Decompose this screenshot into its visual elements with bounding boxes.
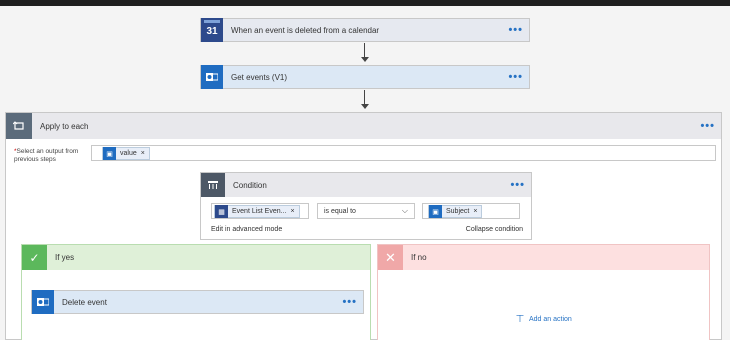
get-events-title: Get events (V1) xyxy=(231,72,288,82)
close-icon: ✕ xyxy=(378,245,403,270)
if-no-title: If no xyxy=(411,253,427,262)
outlook-icon: ▣ xyxy=(103,147,116,160)
condition-left-operand[interactable]: ▦ Event List Even... × xyxy=(211,203,309,219)
condition-menu-button[interactable]: ••• xyxy=(510,179,525,191)
select-output-input[interactable]: ▣ value × xyxy=(91,145,716,161)
collapse-condition-link[interactable]: Collapse condition xyxy=(466,226,523,233)
top-bar xyxy=(0,0,730,6)
condition-header[interactable]: Condition ••• xyxy=(201,173,531,197)
if-yes-header[interactable]: ✓ If yes xyxy=(22,245,370,270)
apply-to-each-header[interactable]: Apply to each ••• xyxy=(6,113,721,139)
delete-event-menu-button[interactable]: ••• xyxy=(342,296,357,308)
chevron-down-icon: ⌵ xyxy=(401,206,408,215)
loop-icon xyxy=(6,113,32,139)
condition-icon xyxy=(201,173,225,197)
if-no-branch: ✕ If no ⊤ Add an action xyxy=(377,244,710,340)
outlook-icon xyxy=(32,290,54,314)
add-action-button[interactable]: ⊤ Add an action xyxy=(515,314,572,325)
edit-advanced-mode-link[interactable]: Edit in advanced mode xyxy=(211,226,282,233)
if-no-header[interactable]: ✕ If no xyxy=(378,245,709,270)
trigger-menu-button[interactable]: ••• xyxy=(508,24,523,36)
scrollbar[interactable] xyxy=(724,8,728,338)
remove-token-button[interactable]: × xyxy=(473,208,477,215)
if-yes-title: If yes xyxy=(55,253,75,262)
get-events-menu-button[interactable]: ••• xyxy=(508,71,523,83)
outlook-icon xyxy=(201,65,223,89)
value-token[interactable]: ▣ value × xyxy=(102,147,150,160)
condition-operator-select[interactable]: is equal to ⌵ xyxy=(317,203,415,219)
remove-token-button[interactable]: × xyxy=(290,208,294,215)
connector-arrowhead xyxy=(361,57,369,62)
outlook-icon: ▣ xyxy=(429,205,442,218)
delete-event-card[interactable]: Delete event ••• xyxy=(31,290,364,314)
trigger-title: When an event is deleted from a calendar xyxy=(231,25,380,35)
calendar-icon: 31 xyxy=(201,18,223,42)
select-output-label: *Select an output from previous steps xyxy=(14,148,79,163)
if-yes-branch: ✓ If yes Delete event ••• xyxy=(21,244,371,340)
add-action-icon: ⊤ xyxy=(515,314,525,325)
event-list-token[interactable]: ▦ Event List Even... × xyxy=(214,205,300,218)
condition-card: Condition ••• ▦ Event List Even... × is … xyxy=(200,172,532,240)
trigger-card[interactable]: 31 When an event is deleted from a calen… xyxy=(200,18,530,42)
delete-event-title: Delete event xyxy=(62,297,107,307)
connector-arrowhead xyxy=(361,104,369,109)
subject-token[interactable]: ▣ Subject × xyxy=(428,205,483,218)
apply-to-each-container: Apply to each ••• *Select an output from… xyxy=(5,112,722,340)
get-events-card[interactable]: Get events (V1) ••• xyxy=(200,65,530,89)
apply-to-each-title: Apply to each xyxy=(40,121,89,131)
condition-right-operand[interactable]: ▣ Subject × xyxy=(422,203,520,219)
apply-to-each-menu-button[interactable]: ••• xyxy=(700,120,715,132)
check-icon: ✓ xyxy=(22,245,47,270)
remove-token-button[interactable]: × xyxy=(141,150,145,157)
condition-title: Condition xyxy=(233,180,267,190)
calendar-icon: ▦ xyxy=(215,205,228,218)
